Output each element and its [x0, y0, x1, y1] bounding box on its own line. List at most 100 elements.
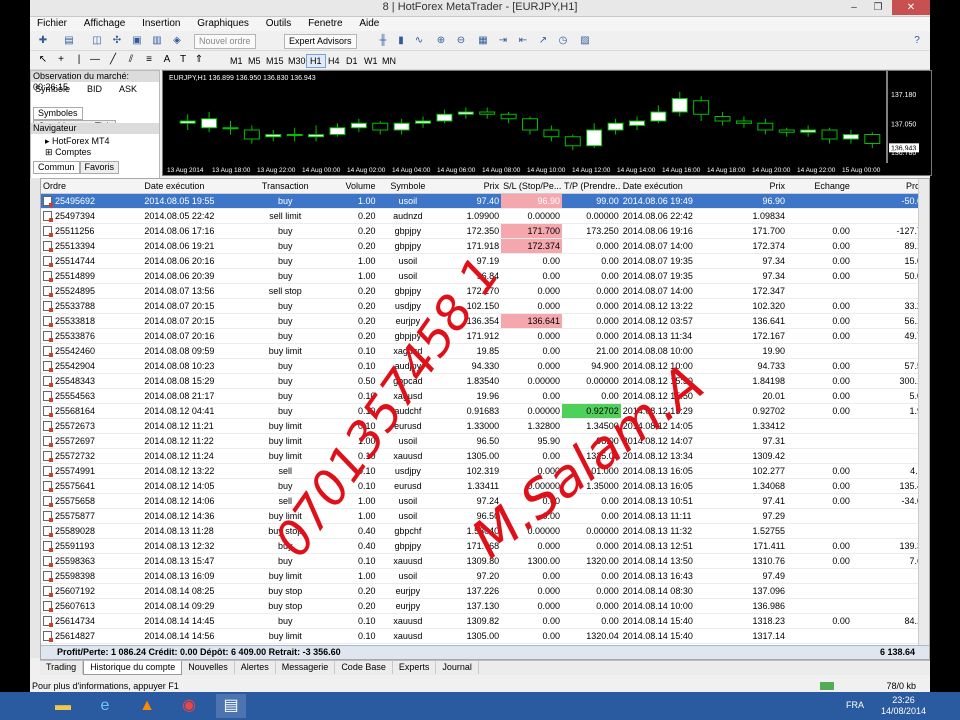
timeframe-h4[interactable]: H4 [324, 54, 344, 68]
history-row[interactable]: 25514899 2014.08.06 20:39 buy 1.00 usoil 96.8… [41, 268, 929, 284]
tab-mailbox[interactable]: Messagerie [276, 661, 336, 674]
new-chart-icon[interactable]: ✚ [36, 34, 50, 47]
menu-window[interactable]: Fenetre [301, 17, 349, 31]
history-scrollbar[interactable] [918, 179, 929, 645]
menu-help[interactable]: Aide [352, 17, 386, 31]
column-symbol[interactable]: Symbole [35, 82, 70, 96]
history-row[interactable]: 25542460 2014.08.08 09:59 buy limit 0.10 xag… [41, 343, 929, 359]
history-row[interactable]: 25591193 2014.08.13 12:32 buy 0.40 gbpjpy 171… [41, 538, 929, 554]
new-order-button[interactable]: Nouvel ordre [194, 34, 256, 49]
profiles-icon[interactable]: ▤ [62, 34, 76, 47]
autoscroll-icon[interactable]: ⇥ [496, 34, 510, 47]
tab-code-base[interactable]: Code Base [335, 661, 393, 674]
text-tool-icon[interactable]: A [160, 53, 174, 66]
column-header[interactable]: Echange [787, 179, 852, 194]
column-header[interactable]: Prix [722, 179, 787, 194]
menu-tools[interactable]: Outils [259, 17, 299, 31]
indicators-icon[interactable]: ↗ [536, 34, 550, 47]
tab-common[interactable]: Commun [33, 161, 80, 174]
price-chart[interactable]: EURJPY,H1 136.899 136.950 136.830 136.94… [162, 70, 932, 176]
taskbar-clock[interactable]: 23:26 14/08/2014 [881, 695, 926, 717]
label-tool-icon[interactable]: T [176, 53, 190, 66]
tab-favorites[interactable]: Favoris [79, 161, 120, 174]
column-header[interactable]: Symbole [377, 179, 439, 194]
menu-file[interactable]: Fichier [30, 17, 74, 31]
history-row[interactable]: 25575877 2014.08.12 14:36 buy limit 1.00 uso… [41, 508, 929, 524]
history-row[interactable]: 25495692 2014.08.05 19:55 buy 1.00 usoil 97.4… [41, 193, 929, 209]
file-explorer-icon[interactable]: ▬ [48, 694, 78, 718]
history-row[interactable]: 25614827 2014.08.14 14:56 buy limit 0.10 xau… [41, 628, 929, 644]
bar-chart-icon[interactable]: ╫ [376, 34, 390, 47]
history-row[interactable]: 25598398 2014.08.13 16:09 buy limit 1.00 uso… [41, 568, 929, 584]
expert-advisors-button[interactable]: Expert Advisors [284, 34, 357, 49]
column-ask[interactable]: ASK [119, 82, 137, 96]
trendline-icon[interactable]: ╱ [106, 53, 120, 66]
column-header[interactable]: S/L (Stop/Pe... [501, 179, 562, 194]
editor-icon[interactable]: ◈ [170, 34, 184, 47]
zoom-in-icon[interactable]: ⊕ [434, 34, 448, 47]
chrome-icon[interactable]: ◉ [174, 694, 204, 718]
history-row[interactable]: 25533876 2014.08.07 20:16 buy 0.20 gbpjpy 171… [41, 328, 929, 344]
vertical-line-icon[interactable]: | [72, 53, 86, 66]
cursor-icon[interactable]: ↖ [36, 53, 50, 66]
history-row[interactable]: 25589028 2014.08.13 11:28 buy stop 0.40 gbpc… [41, 523, 929, 539]
title-bar[interactable]: 8 | HotForex MetaTrader - [EURJPY,H1] – … [30, 0, 930, 17]
tab-experts[interactable]: Experts [393, 661, 437, 674]
column-header[interactable]: Prix [438, 179, 502, 194]
column-header[interactable]: Date exécution [142, 179, 250, 194]
history-row[interactable]: 25514744 2014.08.06 20:16 buy 1.00 usoil 97.1… [41, 253, 929, 269]
tab-symbols[interactable]: Symboles [33, 107, 83, 120]
vlc-icon[interactable]: ▲ [132, 694, 162, 718]
channel-icon[interactable]: ⫽ [124, 53, 138, 66]
minimize-button[interactable]: – [842, 0, 866, 15]
history-row[interactable]: 25575658 2014.08.12 14:06 sell 1.00 usoil 97.… [41, 493, 929, 509]
history-row[interactable]: 25542904 2014.08.08 10:23 buy 0.10 audjpy 94.… [41, 358, 929, 374]
fibonacci-icon[interactable]: ≡ [142, 53, 156, 66]
help-icon[interactable]: ? [910, 34, 924, 47]
zoom-out-icon[interactable]: ⊖ [454, 34, 468, 47]
history-row[interactable]: 25511256 2014.08.06 17:16 buy 0.20 gbpjpy 172… [41, 223, 929, 239]
history-row[interactable]: 25572697 2014.08.12 11:22 buy limit 1.00 uso… [41, 433, 929, 449]
periods-icon[interactable]: ◷ [556, 34, 570, 47]
timeframe-mn[interactable]: MN [378, 54, 400, 68]
history-row[interactable]: 25572673 2014.08.12 11:21 buy limit 0.10 eur… [41, 418, 929, 434]
candlestick-chart[interactable]: EURJPY,H1 136.899 136.950 136.830 136.94… [163, 71, 931, 175]
history-row[interactable]: 25548343 2014.08.08 15:29 buy 0.50 gbpcad 1.8… [41, 373, 929, 389]
metatrader-task-icon[interactable]: ▤ [216, 694, 246, 718]
tab-alerts[interactable]: Alertes [235, 661, 276, 674]
internet-explorer-icon[interactable]: e [90, 694, 120, 718]
column-header[interactable]: Ordre [41, 179, 143, 194]
column-header[interactable]: Volume [320, 179, 378, 194]
arrows-icon[interactable]: ⇑ [192, 53, 206, 66]
history-row[interactable]: 25513394 2014.08.06 19:21 buy 0.20 gbpjpy 171… [41, 238, 929, 254]
navigator-item-hotforex[interactable]: ▸ HotForex MT4 [31, 136, 159, 147]
tab-trading[interactable]: Trading [40, 661, 84, 674]
horizontal-line-icon[interactable]: — [88, 53, 102, 66]
history-row[interactable]: 25554563 2014.08.08 21:17 buy 0.10 xagusd 19.… [41, 388, 929, 404]
navigator-icon[interactable]: ✣ [110, 34, 124, 47]
history-row[interactable]: 25533818 2014.08.07 20:15 buy 0.20 eurjpy 136… [41, 313, 929, 329]
history-row[interactable]: 25572732 2014.08.12 11:24 buy limit 0.10 xau… [41, 448, 929, 464]
column-header[interactable]: T/P (Prendre... [561, 179, 621, 194]
history-row[interactable]: 25568164 2014.08.12 04:41 buy 0.10 audchf 0.9… [41, 403, 929, 419]
tab-news[interactable]: Nouvelles [182, 661, 235, 674]
maximize-button[interactable]: ❐ [866, 0, 890, 15]
menu-insert[interactable]: Insertion [135, 17, 187, 31]
history-row[interactable]: 25607192 2014.08.14 08:25 buy stop 0.20 eurj… [41, 583, 929, 599]
chart-shift-icon[interactable]: ⇤ [516, 34, 530, 47]
crosshair-icon[interactable]: + [54, 53, 68, 66]
history-row[interactable]: 25614734 2014.08.14 14:45 buy 0.10 xauusd 130… [41, 613, 929, 629]
tester-icon[interactable]: ▥ [150, 34, 164, 47]
history-row[interactable]: 25533788 2014.08.07 20:15 buy 0.20 usdjpy 102… [41, 298, 929, 314]
timeframe-h1[interactable]: H1 [306, 54, 326, 68]
market-watch-icon[interactable]: ◫ [90, 34, 104, 47]
navigator-item-accounts[interactable]: ⊞ Comptes [31, 147, 159, 158]
tab-journal[interactable]: Journal [436, 661, 479, 674]
history-row[interactable]: 25574991 2014.08.12 13:22 sell 0.10 usdjpy 10… [41, 463, 929, 479]
column-header[interactable]: Transaction [249, 179, 321, 194]
menu-charts[interactable]: Graphiques [190, 17, 256, 31]
column-header[interactable]: Date exécution [620, 179, 723, 194]
history-row[interactable]: 25497394 2014.08.05 22:42 sell limit 0.20 au… [41, 208, 929, 224]
history-row[interactable]: 25598363 2014.08.13 15:47 buy 0.10 xauusd 130… [41, 553, 929, 569]
history-row[interactable]: 25524895 2014.08.07 13:56 sell stop 0.20 gbp… [41, 283, 929, 299]
